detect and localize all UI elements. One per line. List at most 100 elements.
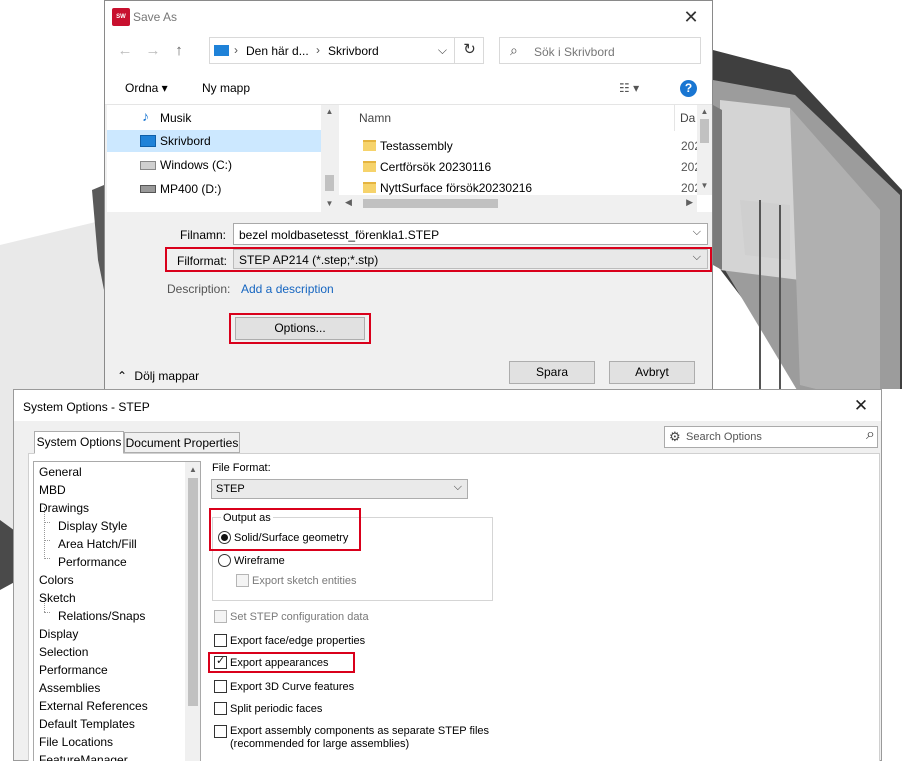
- save-as-dialog: SW 2023 Save As ✕ ← → ↑ › Den här d... ›…: [104, 0, 713, 392]
- filename-label: Filnamn:: [180, 228, 227, 242]
- search-options-input[interactable]: ⚙ Search Options ⌕: [664, 426, 878, 448]
- checkbox-set-step-config[interactable]: [214, 610, 227, 623]
- refresh-icon[interactable]: ↻: [454, 37, 484, 64]
- tree-item-colors[interactable]: Colors: [39, 573, 74, 587]
- tree-item-selection[interactable]: Selection: [39, 645, 88, 659]
- cancel-button[interactable]: Avbryt: [609, 361, 695, 384]
- export-sketch-entities-label: Export sketch entities: [252, 575, 357, 587]
- tree-item-area-hatch-fill[interactable]: Area Hatch/Fill: [58, 537, 137, 551]
- hide-folders-toggle[interactable]: ⌃ Dölj mappar: [117, 369, 199, 383]
- gear-icon[interactable]: ⚙: [669, 429, 681, 445]
- file-name: NyttSurface försök20230216: [380, 181, 533, 195]
- options-tree: General MBD Drawings Display Style Area …: [33, 461, 201, 761]
- nav-item-music[interactable]: ♪ Musik: [107, 107, 321, 129]
- options-button[interactable]: Options...: [235, 317, 365, 340]
- scroll-down-icon[interactable]: ▼: [321, 199, 338, 208]
- checkmark-icon: ✓: [216, 655, 226, 667]
- help-icon[interactable]: ?: [680, 80, 697, 97]
- file-list-vertical-scrollbar[interactable]: ▲ ▼: [697, 105, 712, 195]
- checkbox-export-appearances[interactable]: ✓: [214, 655, 227, 669]
- export-face-edge-label: Export face/edge properties: [230, 635, 366, 647]
- close-icon[interactable]: ✕: [847, 394, 875, 418]
- scroll-right-icon[interactable]: ▶: [686, 197, 693, 208]
- tree-item-default-templates[interactable]: Default Templates: [39, 717, 135, 731]
- organize-button[interactable]: Ordna ▾: [125, 81, 168, 95]
- system-options-titlebar: System Options - STEP ✕: [14, 390, 881, 421]
- file-row[interactable]: Testassembly 202: [359, 137, 701, 157]
- tree-item-assemblies[interactable]: Assemblies: [39, 681, 100, 695]
- scroll-thumb[interactable]: [325, 175, 334, 191]
- tree-item-display-style[interactable]: Display Style: [58, 519, 127, 533]
- tree-item-drawings-performance[interactable]: Performance: [58, 555, 127, 569]
- scroll-thumb[interactable]: [700, 119, 709, 143]
- checkbox-export-3d-curve[interactable]: [214, 680, 227, 693]
- filename-input[interactable]: bezel moldbasetesst_förenkla1.STEP ⌵: [233, 223, 708, 245]
- radio-solid-surface[interactable]: [218, 531, 231, 544]
- add-description-link[interactable]: Add a description: [241, 282, 334, 296]
- scroll-thumb[interactable]: [188, 478, 198, 706]
- tree-item-external-references[interactable]: External References: [39, 699, 148, 713]
- scroll-up-icon[interactable]: ▲: [321, 107, 338, 116]
- checkbox-export-sketch-entities[interactable]: [236, 574, 249, 587]
- file-format-select[interactable]: STEP AP214 (*.step;*.stp) ⌵: [233, 249, 708, 269]
- nav-pane-scrollbar[interactable]: ▲ ▼: [321, 105, 338, 212]
- scroll-up-icon[interactable]: ▲: [185, 465, 200, 474]
- tree-item-general[interactable]: General: [39, 465, 82, 479]
- tree-scrollbar[interactable]: ▲: [185, 462, 200, 761]
- tree-connector: [44, 558, 50, 559]
- breadcrumb-this-pc[interactable]: Den här d...: [246, 44, 309, 58]
- scroll-up-icon[interactable]: ▲: [697, 107, 712, 116]
- tab-system-options[interactable]: System Options: [34, 431, 124, 454]
- tab-document-properties[interactable]: Document Properties: [124, 432, 240, 453]
- nav-item-desktop[interactable]: Skrivbord: [107, 130, 321, 152]
- file-row[interactable]: Certförsök 20230116 202: [359, 158, 701, 178]
- breadcrumb-desktop[interactable]: Skrivbord: [328, 44, 379, 58]
- search-icon[interactable]: ⌕: [866, 426, 875, 444]
- up-arrow-icon[interactable]: ↑: [169, 41, 189, 61]
- search-input[interactable]: ⌕ Sök i Skrivbord: [499, 37, 701, 64]
- nav-item-mp400-drive[interactable]: MP400 (D:): [107, 178, 321, 200]
- folder-icon: [363, 140, 376, 151]
- file-format-value: STEP AP214 (*.step;*.stp): [239, 253, 379, 267]
- scroll-thumb[interactable]: [363, 199, 498, 208]
- chevron-down-icon[interactable]: ⌵: [454, 481, 462, 494]
- address-bar[interactable]: › Den här d... › Skrivbord ⌵: [209, 37, 484, 64]
- checkbox-export-assembly-components[interactable]: [214, 725, 227, 738]
- tree-item-relations-snaps[interactable]: Relations/Snaps: [58, 609, 145, 623]
- tree-connector: [44, 612, 50, 613]
- navigation-pane: ♪ Musik Skrivbord Windows (C:) MP400 (D:…: [107, 105, 338, 212]
- file-list-horizontal-scrollbar[interactable]: ◀ ▶: [339, 195, 697, 212]
- radio-wireframe[interactable]: [218, 554, 231, 567]
- forward-arrow-icon[interactable]: →: [143, 41, 163, 61]
- split-periodic-label: Split periodic faces: [230, 703, 323, 715]
- close-icon[interactable]: ✕: [676, 5, 706, 29]
- checkbox-export-face-edge[interactable]: [214, 634, 227, 647]
- tree-item-mbd[interactable]: MBD: [39, 483, 66, 497]
- tree-item-featuremanager[interactable]: FeatureManager: [39, 753, 128, 761]
- file-format-label: Filformat:: [177, 254, 228, 268]
- scroll-left-icon[interactable]: ◀: [345, 197, 352, 208]
- checkbox-split-periodic[interactable]: [214, 702, 227, 715]
- export-appearances-label: Export appearances: [230, 657, 329, 669]
- new-folder-button[interactable]: Ny mapp: [202, 81, 250, 95]
- tree-item-performance[interactable]: Performance: [39, 663, 108, 677]
- chevron-down-icon[interactable]: ⌵: [693, 226, 701, 239]
- nav-item-windows-drive[interactable]: Windows (C:): [107, 154, 321, 176]
- command-bar: Ordna ▾ Ny mapp ☷ ▾ ?: [105, 71, 712, 105]
- back-arrow-icon[interactable]: ←: [115, 41, 135, 61]
- save-button[interactable]: Spara: [509, 361, 595, 384]
- view-options-icon[interactable]: ☷ ▾: [619, 81, 639, 95]
- tree-item-sketch[interactable]: Sketch: [39, 591, 76, 605]
- music-note-icon: ♪: [142, 108, 149, 124]
- chevron-down-icon[interactable]: ⌵: [438, 43, 447, 58]
- save-as-titlebar: SW 2023 Save As ✕: [105, 1, 712, 38]
- tree-item-drawings[interactable]: Drawings: [39, 501, 89, 515]
- chevron-down-icon[interactable]: ⌵: [693, 251, 701, 264]
- tree-item-display[interactable]: Display: [39, 627, 78, 641]
- scroll-down-icon[interactable]: ▼: [697, 181, 712, 190]
- chevron-right-icon: ›: [316, 43, 320, 57]
- column-header-name[interactable]: Namn: [359, 111, 391, 125]
- column-header-date[interactable]: Da: [680, 111, 695, 125]
- file-format-select[interactable]: STEP ⌵: [211, 479, 468, 499]
- tree-item-file-locations[interactable]: File Locations: [39, 735, 113, 749]
